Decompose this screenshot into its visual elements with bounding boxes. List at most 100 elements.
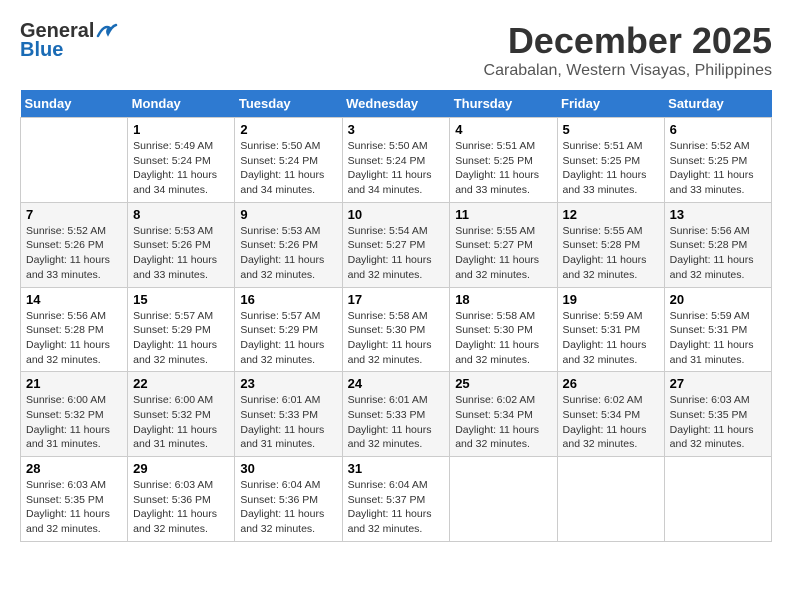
- calendar-cell: 13Sunrise: 5:56 AM Sunset: 5:28 PM Dayli…: [664, 202, 771, 287]
- calendar-cell: 4 Sunrise: 5:51 AM Sunset: 5:25 PM Daylig…: [450, 118, 557, 203]
- day-info: Sunrise: 6:02 AM Sunset: 5:34 PM Dayligh…: [455, 393, 551, 452]
- calendar-cell: 23 Sunrise: 6:01 AM Sunset: 5:33 PM Dayli…: [235, 372, 342, 457]
- day-number: 4: [455, 122, 551, 137]
- day-info: Sunrise: 6:02 AM Sunset: 5:34 PM Dayligh…: [563, 393, 659, 452]
- day-number: 5: [563, 122, 659, 137]
- day-number: 8: [133, 207, 229, 222]
- calendar-cell: 11Sunrise: 5:55 AM Sunset: 5:27 PM Dayli…: [450, 202, 557, 287]
- day-number: 30: [240, 461, 336, 476]
- day-number: 15: [133, 292, 229, 307]
- calendar-cell: 10Sunrise: 5:54 AM Sunset: 5:27 PM Dayli…: [342, 202, 450, 287]
- day-number: 27: [670, 376, 766, 391]
- day-info: Sunrise: 6:00 AM Sunset: 5:32 PM Dayligh…: [26, 393, 122, 452]
- calendar-cell: 3 Sunrise: 5:50 AM Sunset: 5:24 PM Daylig…: [342, 118, 450, 203]
- weekday-row: SundayMondayTuesdayWednesdayThursdayFrid…: [21, 90, 772, 118]
- day-info: Sunrise: 5:50 AM Sunset: 5:24 PM Dayligh…: [240, 139, 336, 198]
- logo: General Blue: [20, 20, 118, 62]
- day-info: Sunrise: 6:00 AM Sunset: 5:32 PM Dayligh…: [133, 393, 229, 452]
- week-row-2: 7 Sunrise: 5:52 AM Sunset: 5:26 PM Daylig…: [21, 202, 772, 287]
- calendar-header: SundayMondayTuesdayWednesdayThursdayFrid…: [21, 90, 772, 118]
- day-number: 21: [26, 376, 122, 391]
- day-number: 18: [455, 292, 551, 307]
- day-info: Sunrise: 5:59 AM Sunset: 5:31 PM Dayligh…: [670, 309, 766, 368]
- weekday-header-thursday: Thursday: [450, 90, 557, 118]
- day-number: 9: [240, 207, 336, 222]
- day-number: 1: [133, 122, 229, 137]
- day-number: 22: [133, 376, 229, 391]
- day-number: 25: [455, 376, 551, 391]
- calendar-cell: 6 Sunrise: 5:52 AM Sunset: 5:25 PM Daylig…: [664, 118, 771, 203]
- calendar-cell: 5 Sunrise: 5:51 AM Sunset: 5:25 PM Daylig…: [557, 118, 664, 203]
- calendar-cell: 18 Sunrise: 5:58 AM Sunset: 5:30 PM Dayli…: [450, 287, 557, 372]
- day-info: Sunrise: 5:49 AM Sunset: 5:24 PM Dayligh…: [133, 139, 229, 198]
- page-header: General Blue December 2025 Carabalan, We…: [20, 20, 772, 80]
- day-info: Sunrise: 6:03 AM Sunset: 5:35 PM Dayligh…: [670, 393, 766, 452]
- day-info: Sunrise: 6:04 AM Sunset: 5:36 PM Dayligh…: [240, 478, 336, 537]
- location-title: Carabalan, Western Visayas, Philippines: [484, 62, 772, 80]
- day-info: Sunrise: 5:57 AM Sunset: 5:29 PM Dayligh…: [240, 309, 336, 368]
- day-number: 10: [348, 207, 445, 222]
- calendar-cell: [21, 118, 128, 203]
- calendar-cell: [557, 457, 664, 542]
- title-block: December 2025 Carabalan, Western Visayas…: [484, 20, 772, 80]
- day-info: Sunrise: 5:53 AM Sunset: 5:26 PM Dayligh…: [240, 224, 336, 283]
- calendar-cell: 27 Sunrise: 6:03 AM Sunset: 5:35 PM Dayli…: [664, 372, 771, 457]
- weekday-header-sunday: Sunday: [21, 90, 128, 118]
- day-number: 19: [563, 292, 659, 307]
- weekday-header-tuesday: Tuesday: [235, 90, 342, 118]
- day-info: Sunrise: 5:52 AM Sunset: 5:25 PM Dayligh…: [670, 139, 766, 198]
- logo-bird-icon: [96, 22, 118, 40]
- calendar-cell: 8 Sunrise: 5:53 AM Sunset: 5:26 PM Daylig…: [128, 202, 235, 287]
- weekday-header-friday: Friday: [557, 90, 664, 118]
- day-number: 6: [670, 122, 766, 137]
- calendar-cell: [664, 457, 771, 542]
- day-info: Sunrise: 5:56 AM Sunset: 5:28 PM Dayligh…: [670, 224, 766, 283]
- calendar-cell: 19 Sunrise: 5:59 AM Sunset: 5:31 PM Dayli…: [557, 287, 664, 372]
- calendar-cell: 24Sunrise: 6:01 AM Sunset: 5:33 PM Dayli…: [342, 372, 450, 457]
- day-info: Sunrise: 6:01 AM Sunset: 5:33 PM Dayligh…: [240, 393, 336, 452]
- day-info: Sunrise: 6:03 AM Sunset: 5:36 PM Dayligh…: [133, 478, 229, 537]
- calendar-cell: 28 Sunrise: 6:03 AM Sunset: 5:35 PM Dayli…: [21, 457, 128, 542]
- calendar-cell: [450, 457, 557, 542]
- day-number: 11: [455, 207, 551, 222]
- day-number: 28: [26, 461, 122, 476]
- day-info: Sunrise: 5:55 AM Sunset: 5:28 PM Dayligh…: [563, 224, 659, 283]
- day-number: 3: [348, 122, 445, 137]
- day-number: 29: [133, 461, 229, 476]
- day-number: 2: [240, 122, 336, 137]
- calendar-cell: 21 Sunrise: 6:00 AM Sunset: 5:32 PM Dayli…: [21, 372, 128, 457]
- week-row-1: 1 Sunrise: 5:49 AM Sunset: 5:24 PM Daylig…: [21, 118, 772, 203]
- calendar-body: 1 Sunrise: 5:49 AM Sunset: 5:24 PM Daylig…: [21, 118, 772, 542]
- calendar-cell: 16 Sunrise: 5:57 AM Sunset: 5:29 PM Dayli…: [235, 287, 342, 372]
- weekday-header-wednesday: Wednesday: [342, 90, 450, 118]
- calendar-cell: 17Sunrise: 5:58 AM Sunset: 5:30 PM Dayli…: [342, 287, 450, 372]
- day-number: 14: [26, 292, 122, 307]
- day-number: 7: [26, 207, 122, 222]
- calendar-cell: 2 Sunrise: 5:50 AM Sunset: 5:24 PM Daylig…: [235, 118, 342, 203]
- week-row-4: 21 Sunrise: 6:00 AM Sunset: 5:32 PM Dayli…: [21, 372, 772, 457]
- calendar-cell: 20Sunrise: 5:59 AM Sunset: 5:31 PM Dayli…: [664, 287, 771, 372]
- month-title: December 2025: [484, 20, 772, 62]
- day-info: Sunrise: 6:01 AM Sunset: 5:33 PM Dayligh…: [348, 393, 445, 452]
- day-number: 16: [240, 292, 336, 307]
- day-info: Sunrise: 5:50 AM Sunset: 5:24 PM Dayligh…: [348, 139, 445, 198]
- day-info: Sunrise: 5:56 AM Sunset: 5:28 PM Dayligh…: [26, 309, 122, 368]
- calendar-cell: 12Sunrise: 5:55 AM Sunset: 5:28 PM Dayli…: [557, 202, 664, 287]
- day-info: Sunrise: 5:53 AM Sunset: 5:26 PM Dayligh…: [133, 224, 229, 283]
- calendar-cell: 1 Sunrise: 5:49 AM Sunset: 5:24 PM Daylig…: [128, 118, 235, 203]
- day-info: Sunrise: 5:57 AM Sunset: 5:29 PM Dayligh…: [133, 309, 229, 368]
- calendar-cell: 31Sunrise: 6:04 AM Sunset: 5:37 PM Dayli…: [342, 457, 450, 542]
- day-info: Sunrise: 6:03 AM Sunset: 5:35 PM Dayligh…: [26, 478, 122, 537]
- calendar-cell: 29 Sunrise: 6:03 AM Sunset: 5:36 PM Dayli…: [128, 457, 235, 542]
- day-info: Sunrise: 5:59 AM Sunset: 5:31 PM Dayligh…: [563, 309, 659, 368]
- day-info: Sunrise: 5:51 AM Sunset: 5:25 PM Dayligh…: [563, 139, 659, 198]
- calendar-cell: 25 Sunrise: 6:02 AM Sunset: 5:34 PM Dayli…: [450, 372, 557, 457]
- day-info: Sunrise: 5:58 AM Sunset: 5:30 PM Dayligh…: [455, 309, 551, 368]
- day-info: Sunrise: 5:51 AM Sunset: 5:25 PM Dayligh…: [455, 139, 551, 198]
- day-number: 23: [240, 376, 336, 391]
- day-info: Sunrise: 5:58 AM Sunset: 5:30 PM Dayligh…: [348, 309, 445, 368]
- calendar-cell: 14 Sunrise: 5:56 AM Sunset: 5:28 PM Dayli…: [21, 287, 128, 372]
- day-info: Sunrise: 5:52 AM Sunset: 5:26 PM Dayligh…: [26, 224, 122, 283]
- day-number: 31: [348, 461, 445, 476]
- week-row-3: 14 Sunrise: 5:56 AM Sunset: 5:28 PM Dayli…: [21, 287, 772, 372]
